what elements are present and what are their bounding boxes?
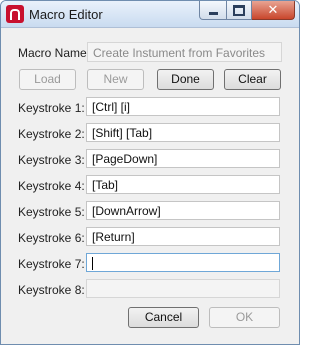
keystroke-2-field[interactable]: [Shift] [Tab]	[86, 123, 280, 142]
close-icon: ✕	[267, 2, 279, 18]
keystroke-8-label: Keystroke 8:	[18, 283, 85, 297]
text-cursor	[92, 257, 93, 271]
title-bar[interactable]: Macro Editor ✕	[1, 1, 299, 28]
keystroke-7-field[interactable]	[86, 253, 280, 272]
keystroke-5-field[interactable]: [DownArrow]	[86, 201, 280, 220]
keystroke-4-field[interactable]: [Tab]	[86, 175, 280, 194]
app-logo-icon	[6, 5, 24, 23]
keystroke-1-field[interactable]: [Ctrl] [i]	[86, 97, 280, 116]
minimize-button[interactable]	[199, 1, 227, 20]
maximize-icon	[233, 4, 245, 16]
window-controls: ✕	[199, 1, 295, 21]
keystroke-4-label: Keystroke 4:	[18, 179, 85, 193]
keystroke-2-label: Keystroke 2:	[18, 127, 85, 141]
close-button[interactable]: ✕	[252, 1, 295, 20]
ok-button: OK	[209, 307, 280, 328]
keystroke-6-field[interactable]: [Return]	[86, 227, 280, 246]
macro-name-label: Macro Name:	[18, 46, 91, 60]
window-title: Macro Editor	[29, 7, 103, 22]
clear-button[interactable]: Clear	[224, 69, 281, 90]
keystroke-1-label: Keystroke 1:	[18, 101, 85, 115]
cancel-button[interactable]: Cancel	[128, 307, 199, 328]
keystroke-3-field[interactable]: [PageDown]	[86, 149, 280, 168]
minimize-icon	[208, 11, 218, 15]
keystroke-7-label: Keystroke 7:	[18, 257, 85, 271]
keystroke-8-field	[86, 279, 280, 298]
keystroke-5-label: Keystroke 5:	[18, 205, 85, 219]
keystroke-3-label: Keystroke 3:	[18, 153, 85, 167]
new-button: New	[87, 69, 144, 90]
done-button[interactable]: Done	[157, 69, 214, 90]
macro-editor-window: Macro Editor ✕ Macro Name: Create Instum…	[0, 0, 300, 345]
load-button: Load	[19, 69, 76, 90]
keystroke-6-label: Keystroke 6:	[18, 231, 85, 245]
maximize-button[interactable]	[227, 1, 252, 20]
macro-name-field: Create Instument from Favorites	[87, 42, 282, 62]
